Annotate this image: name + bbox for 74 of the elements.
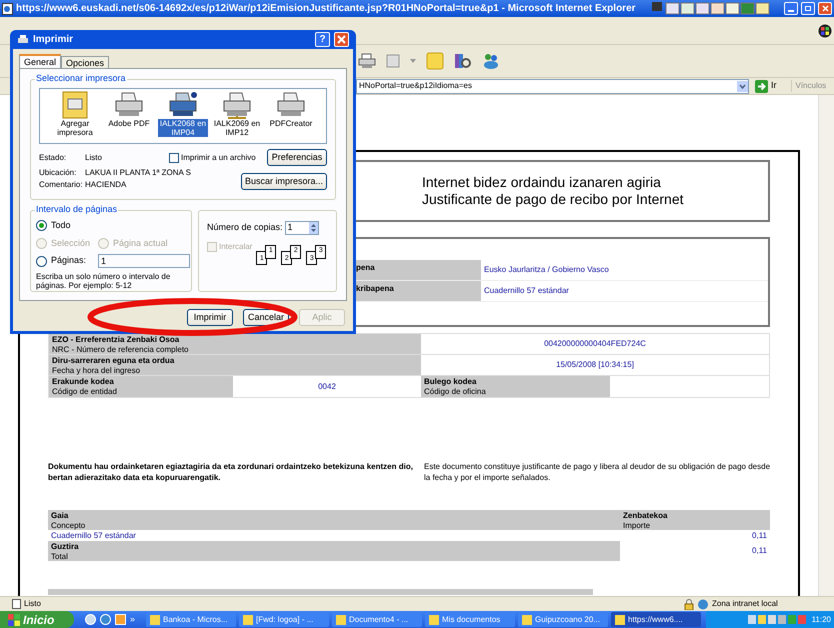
taskbar-button[interactable]: Guipuzcoano 20... bbox=[518, 612, 608, 627]
range-hint: Escriba un solo número o intervalo de páginas. Por ejemplo: 5-12 bbox=[36, 272, 172, 290]
taskbar-button[interactable]: Mis documentos bbox=[425, 612, 516, 627]
info-label: Estado: bbox=[39, 152, 68, 162]
print-to-file-checkbox[interactable]: Imprimir a un archivo bbox=[169, 152, 256, 164]
concept-value: Cuadernillo 57 estándar bbox=[50, 530, 137, 541]
pages-input[interactable]: 1 bbox=[98, 254, 190, 268]
printer-label: IALK2069 en IMP12 bbox=[212, 119, 262, 137]
clock: 11:20 bbox=[812, 614, 831, 626]
field-value: 0042 bbox=[318, 380, 336, 392]
start-button[interactable]: Inicio bbox=[0, 611, 74, 628]
field-sublabel: Importe bbox=[623, 521, 652, 531]
printer-item[interactable]: PDFCreator bbox=[266, 91, 316, 143]
copies-spinner[interactable]: 1 bbox=[284, 221, 319, 235]
more-button[interactable]: » bbox=[130, 612, 136, 626]
dialog-title: Imprimir bbox=[33, 33, 74, 47]
taskbar-button[interactable]: Bankoa - Micros... bbox=[146, 612, 236, 627]
taskbar-button[interactable]: Documento4 - ... bbox=[332, 612, 422, 627]
summary-value: Cuadernillo 57 estándar bbox=[484, 285, 569, 297]
taskbar-button[interactable]: [Fwd: logoa] - ... bbox=[239, 612, 330, 627]
printer-label: Agregar impresora bbox=[56, 119, 94, 137]
printer-item[interactable]: Adobe PDF bbox=[104, 91, 154, 143]
address-field[interactable]: HNoPortal=true&p12iIdioma=es bbox=[356, 78, 749, 94]
preferences-button[interactable]: Preferencias bbox=[267, 149, 327, 166]
field-sublabel: Fecha y hora del ingreso bbox=[52, 366, 142, 376]
document-title: Internet bidez ordaindu izanaren agiria bbox=[422, 174, 662, 191]
printer-item[interactable]: Agregar impresora bbox=[50, 91, 100, 143]
field-label: Diru-sarreraren eguna eta ordua bbox=[52, 356, 176, 366]
printer-label: PDFCreator bbox=[268, 119, 314, 128]
field-label: Gaia bbox=[51, 511, 70, 521]
field-label: Guztira bbox=[51, 542, 80, 552]
field-label: Erakunde kodea bbox=[52, 377, 115, 387]
field-value: 004200000000404FED724C bbox=[544, 338, 646, 350]
field-sublabel: Código de entidad bbox=[52, 387, 118, 397]
field-sublabel: NRC - Número de referencia completo bbox=[52, 345, 190, 355]
printer-label: IALK2068 en IMP04 bbox=[158, 119, 208, 137]
document-subtitle: Justificante de pago de recibo por Internet bbox=[422, 191, 685, 208]
field-label: Bulego kodea bbox=[424, 377, 478, 387]
field-sublabel: Total bbox=[51, 552, 69, 562]
dialog-tab[interactable]: Opciones bbox=[61, 56, 110, 68]
field-label: Zenbatekoa bbox=[623, 511, 668, 521]
page-range-radio[interactable]: Todo bbox=[36, 219, 186, 232]
group-title: Intervalo de páginas bbox=[35, 205, 118, 214]
taskbar-button[interactable]: https://www6.... bbox=[611, 612, 702, 627]
field-sublabel: Código de oficina bbox=[424, 387, 487, 397]
group-title: Seleccionar impresora bbox=[35, 74, 127, 83]
help-button[interactable]: ? bbox=[315, 32, 330, 47]
printer-label: Adobe PDF bbox=[107, 119, 151, 128]
amount-value: 0,11 bbox=[752, 545, 767, 557]
info-value: LAKUA II PLANTA 1ª ZONA S bbox=[85, 168, 191, 178]
notice-spanish: Este documento constituye justificante de pago y libera al deudor de su obligación de pago desde la fecha y por el importe señalados. bbox=[424, 461, 770, 483]
dialog-tab[interactable]: General bbox=[19, 54, 62, 68]
amount-value: 0,11 bbox=[751, 530, 768, 541]
info-label: Comentario: bbox=[39, 180, 84, 190]
info-value: Listo bbox=[85, 152, 103, 162]
printer-item[interactable]: IALK2069 en IMP12 bbox=[212, 91, 262, 143]
field-value: 15/05/2008 [10:34:15] bbox=[556, 359, 634, 371]
go-button[interactable]: Ir bbox=[753, 79, 778, 93]
dialog-button[interactable]: Imprimir bbox=[187, 309, 233, 326]
status-text: Listo bbox=[24, 598, 42, 610]
find-printer-button[interactable]: Buscar impresora... bbox=[241, 173, 327, 190]
info-value: HACIENDA bbox=[85, 180, 126, 190]
summary-label: pena bbox=[356, 263, 375, 272]
zone-text: Zona intranet local bbox=[712, 598, 779, 610]
printer-item[interactable]: IALK2068 en IMP04 bbox=[158, 91, 208, 143]
window-title: https://www6.euskadi.net/s06-14692x/es/p12iWar/p12iEmisionJustificante.jsp?R01HNoPortal=true&p1 - Microsoft Internet Explorer bbox=[16, 2, 637, 16]
field-sublabel: Concepto bbox=[51, 521, 86, 531]
summary-value: Eusko Jaurlaritza / Gobierno Vasco bbox=[484, 264, 609, 276]
field-label: EZO - Erreferentzia Zenbaki Osoa bbox=[52, 335, 180, 345]
page-range-radio[interactable]: Páginas: bbox=[36, 254, 86, 268]
info-label: Ubicación: bbox=[39, 168, 78, 178]
copies-label: Número de copias: bbox=[207, 221, 283, 234]
notice-basque: Dokumentu hau ordainketaren egiaztagiria da eta zordunari ordaintzeko betekizuna kentzen dio, bertan adierazitako data eta kopuruarengatik. bbox=[48, 461, 414, 483]
summary-label: kribapena bbox=[356, 284, 394, 293]
